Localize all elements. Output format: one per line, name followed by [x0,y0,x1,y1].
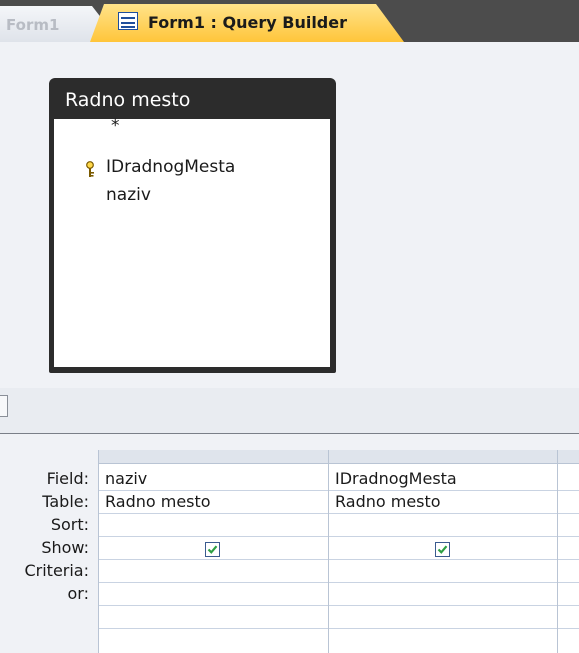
checkmark-icon [437,545,448,554]
cell-or-col2[interactable] [335,584,555,604]
table-pane: Radno mesto * IDradnogMesta naziv [0,42,579,388]
cell-sort-col2[interactable] [335,515,555,535]
design-grid-cells: naziv Radno mesto IDradnogMesta Radno me… [98,450,579,653]
column-selector-bar[interactable] [99,450,579,464]
field-item-all[interactable]: * [111,116,120,136]
tab-query-builder[interactable]: Form1 : Query Builder [90,4,404,42]
primary-key-icon [86,161,94,177]
query-icon [118,12,138,30]
cell-or-col1[interactable] [105,584,325,604]
row-label-sort: Sort: [50,515,89,534]
field-list-title[interactable]: Radno mesto [65,89,190,111]
row-label-criteria: Criteria: [24,561,89,580]
checkmark-icon [207,545,218,554]
cell-criteria-col1[interactable] [105,561,325,581]
query-design-grid: Field: Table: Sort: Show: Criteria: or: … [0,434,579,653]
horizontal-scrollbar-thumb[interactable] [0,395,8,417]
cell-table-col1[interactable]: Radno mesto [105,492,211,511]
tab-query-builder-label: Form1 : Query Builder [148,13,347,32]
cell-field-col1[interactable]: naziv [105,469,147,488]
cell-table-col2[interactable]: Radno mesto [335,492,441,511]
document-tab-strip: Form1 Form1 : Query Builder [0,0,579,42]
row-label-field: Field: [46,469,89,488]
cell-sort-col1[interactable] [105,515,325,535]
show-checkbox-col1[interactable] [205,542,220,557]
row-label-show: Show: [41,538,89,557]
field-item-idradnogmesta[interactable]: IDradnogMesta [106,157,235,177]
tab-form1-label: Form1 [6,16,60,34]
row-label-or: or: [67,584,89,603]
field-list-radno-mesto[interactable]: Radno mesto * IDradnogMesta naziv [49,78,336,373]
cell-field-col2[interactable]: IDradnogMesta [335,469,457,488]
field-item-naziv[interactable]: naziv [106,185,151,205]
row-label-table: Table: [42,492,89,511]
show-checkbox-col2[interactable] [435,542,450,557]
pane-splitter[interactable] [0,388,579,434]
cell-criteria-col2[interactable] [335,561,555,581]
field-list-items: * IDradnogMesta naziv [54,116,330,367]
